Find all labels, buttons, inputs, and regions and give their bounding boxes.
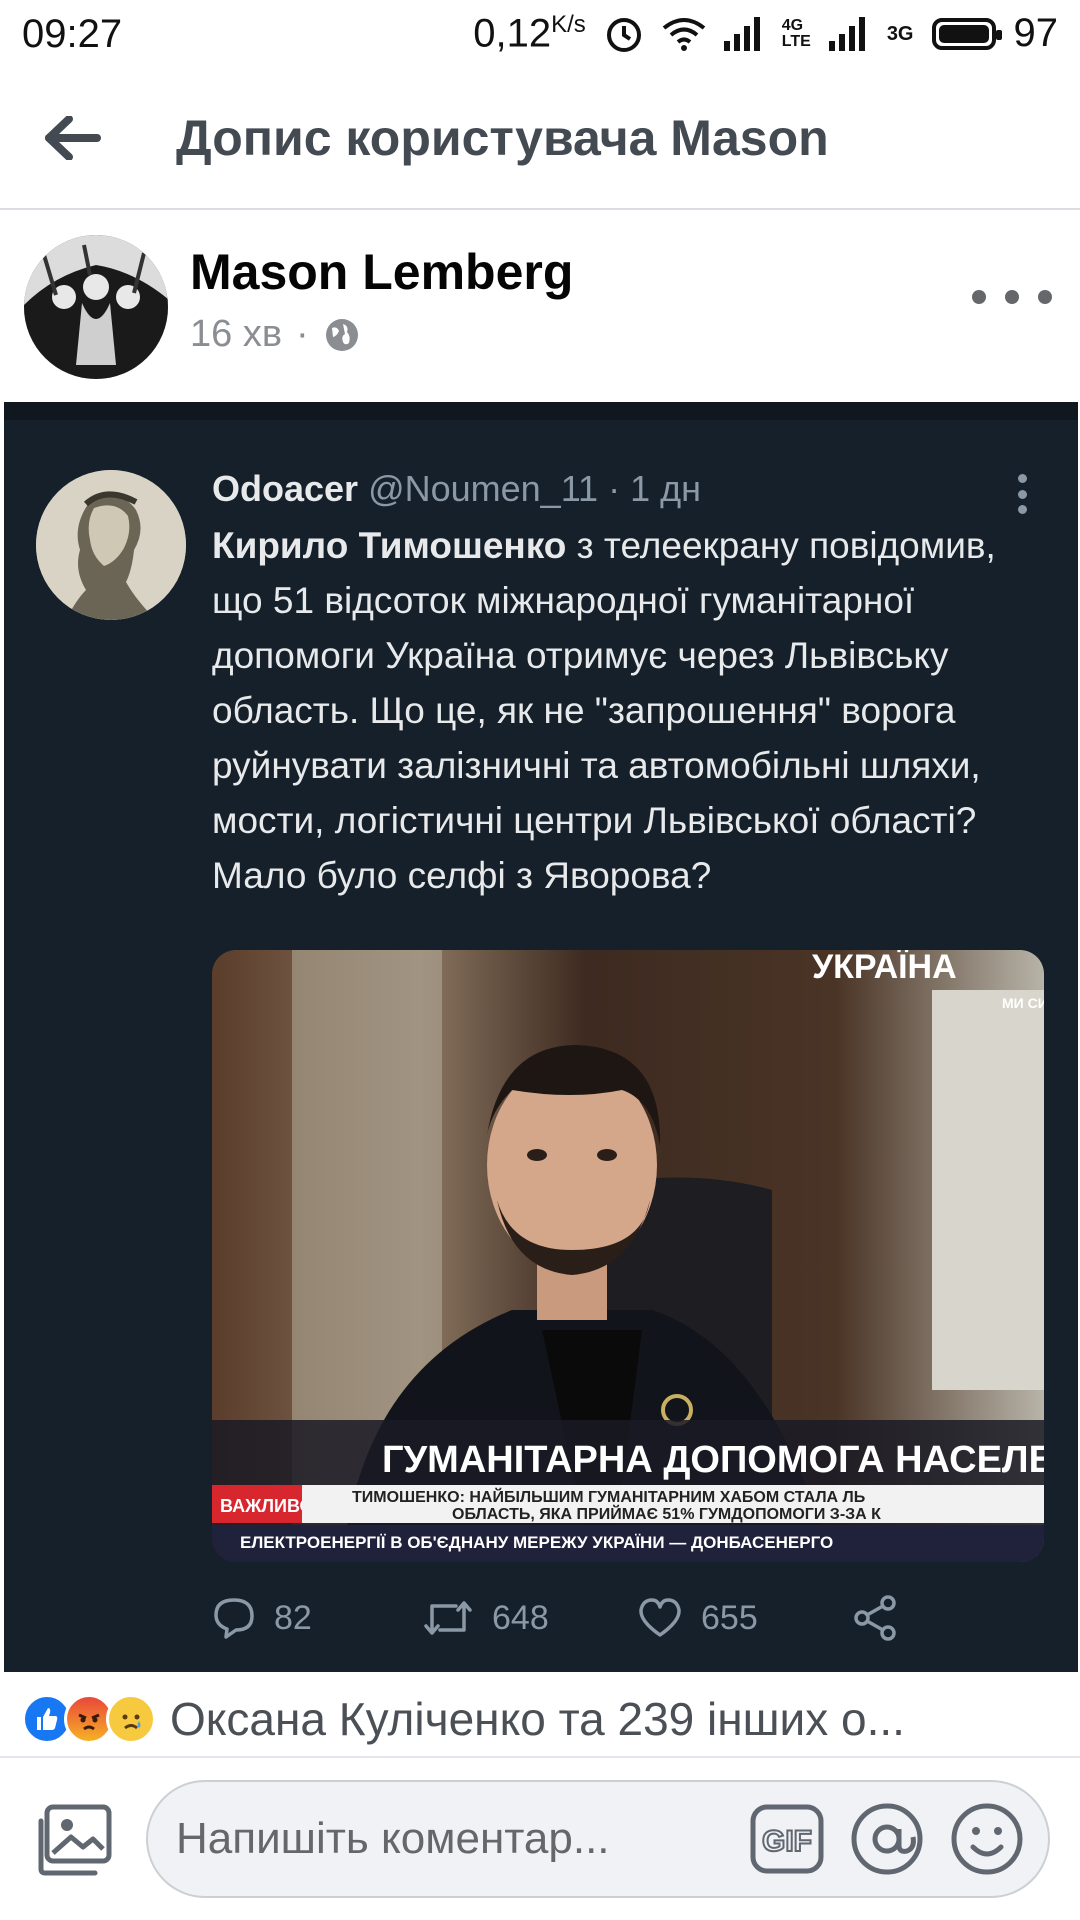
tv-ticker-line-3: ЕЛЕКТРОЕНЕРГІЇ В ОБ'ЄДНАНУ МЕРЕЖУ УКРАЇН… xyxy=(240,1533,833,1552)
tweet-media-photo: УКРАЇНА МИ СИ ГУМАНІТАРНА ДОПОМОГА НАСЕЛ… xyxy=(212,950,1044,1562)
tweet-author-avatar xyxy=(36,470,186,620)
post-more-options-button[interactable] xyxy=(972,277,1052,317)
post-meta: 16 хв · xyxy=(190,313,361,356)
comment-box: GIF xyxy=(146,1780,1050,1898)
smiley-icon xyxy=(951,1803,1023,1875)
alarm-icon xyxy=(604,14,644,54)
emoji-button[interactable] xyxy=(948,1800,1026,1878)
tweet-author-name: Odoacer xyxy=(212,468,359,509)
sad-reaction-icon xyxy=(106,1694,156,1744)
tweet-author-handle: @Noumen_11 xyxy=(368,468,599,509)
comment-input[interactable] xyxy=(176,1814,686,1864)
channel-logo: УКРАЇНА xyxy=(812,950,957,986)
tweet-retweet-stat: 648 xyxy=(422,1598,637,1638)
svg-text:GIF: GIF xyxy=(762,1825,812,1858)
tweet-time: 1 дн xyxy=(630,468,701,509)
wifi-icon xyxy=(662,16,706,52)
author-avatar[interactable] xyxy=(24,235,168,379)
status-bar: 09:27 0,12K/s 4G LTE 3G 97 xyxy=(0,0,1080,68)
network-speed-unit: K/s xyxy=(551,11,586,39)
tweet-reply-count: 82 xyxy=(274,1598,312,1637)
network-type-3g: 3G xyxy=(886,22,914,45)
author-name[interactable]: Mason Lemberg xyxy=(190,243,573,301)
tweet-like-count: 655 xyxy=(701,1598,758,1637)
gif-icon: GIF xyxy=(750,1804,824,1874)
comment-box-actions: GIF xyxy=(748,1800,1026,1878)
globe-icon xyxy=(325,318,358,351)
signal-icon-2 xyxy=(828,16,869,51)
tv-ticker-line-2: ОБЛАСТЬ, ЯКА ПРИЙМАЄ 51% ГУМДОПОМОГИ З-З… xyxy=(452,1504,881,1523)
heart-icon xyxy=(639,1598,681,1637)
retweet-icon xyxy=(424,1601,472,1635)
tweet-text-mention: Кирило Тимошенко xyxy=(212,525,567,566)
network-4g-label: 4G xyxy=(781,16,804,34)
battery-icon xyxy=(931,17,1002,50)
reactions-text: Оксана Куліченко та 239 інших о... xyxy=(170,1693,905,1745)
network-lte-label: LTE xyxy=(781,32,811,50)
share-icon xyxy=(854,1595,896,1641)
tv-headline: ГУМАНІТАРНА ДОПОМОГА НАСЕЛЕ xyxy=(382,1439,1044,1481)
add-photo-button[interactable] xyxy=(28,1795,118,1885)
status-time: 09:27 xyxy=(22,11,123,56)
top-app-bar: Допис користувача Mason xyxy=(0,68,1080,210)
shared-tweet-image[interactable]: Odoacer @Noumen_11 · 1 дн Кирило Тимошен… xyxy=(4,402,1078,1672)
tv-live-badge: ВАЖЛИВО xyxy=(220,1496,314,1516)
tweet-like-stat: 655 xyxy=(637,1597,852,1639)
tweet-more-icon xyxy=(1018,474,1032,514)
tweet-header: Odoacer @Noumen_11 · 1 дн xyxy=(212,468,701,510)
mention-button[interactable] xyxy=(848,1800,926,1878)
channel-sub: МИ СИ xyxy=(1002,995,1044,1011)
network-type-4g: 4G LTE xyxy=(781,16,811,50)
battery-level: 97 xyxy=(1013,11,1059,56)
meta-separator-dot: · xyxy=(296,313,309,355)
tweet-text-body: з телеекрану повідомив, що 51 відсоток м… xyxy=(212,525,996,896)
tweet-share-stat xyxy=(852,1595,898,1641)
reaction-icons xyxy=(22,1694,156,1744)
gif-button[interactable]: GIF xyxy=(748,1800,826,1878)
tv-ticker-line-1: ТИМОШЕНКО: НАЙБІЛЬШИМ ГУМАНІТАРНИМ ХАБОМ… xyxy=(352,1487,865,1506)
signal-icon xyxy=(723,16,764,51)
network-speed-value: 0,12 xyxy=(473,11,552,56)
post-header: Mason Lemberg 16 хв · xyxy=(0,225,1080,395)
tweet-text: Кирило Тимошенко з телеекрану повідомив,… xyxy=(212,518,1032,903)
tweet-separator: · xyxy=(608,468,621,509)
at-sign-icon xyxy=(851,1803,923,1875)
reply-icon xyxy=(214,1598,254,1639)
tweet-actions: 82 648 655 xyxy=(212,1595,1032,1641)
back-arrow-icon xyxy=(45,116,101,160)
reactions-summary[interactable]: Оксана Куліченко та 239 інших о... xyxy=(0,1682,1080,1758)
network-speed: 0,12K/s xyxy=(473,11,586,56)
page-title: Допис користувача Mason xyxy=(176,110,829,166)
back-button[interactable] xyxy=(28,93,118,183)
tweet-reply-stat: 82 xyxy=(212,1596,422,1640)
photo-icon xyxy=(38,1804,112,1876)
tweet-retweet-count: 648 xyxy=(492,1598,549,1637)
post-time[interactable]: 16 хв xyxy=(190,313,282,356)
comment-composer: GIF xyxy=(0,1760,1080,1920)
